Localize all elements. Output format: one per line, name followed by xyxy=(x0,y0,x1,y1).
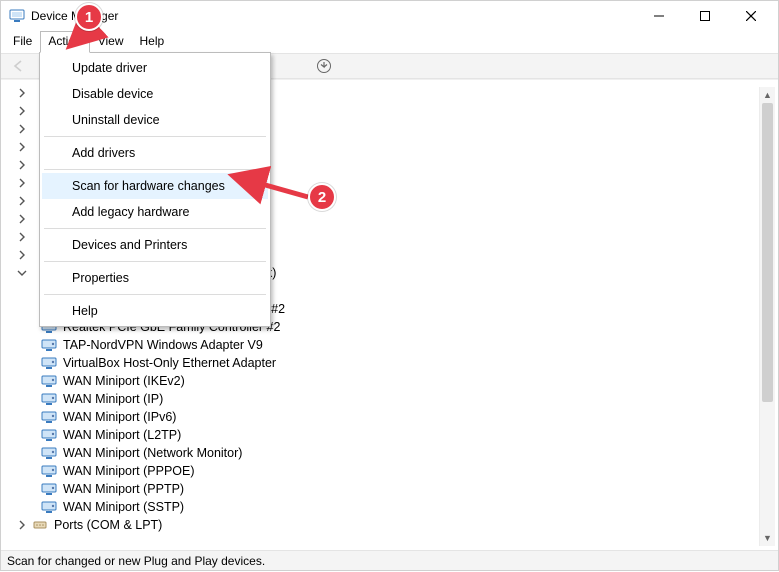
tree-item[interactable]: WAN Miniport (PPTP) xyxy=(5,480,774,498)
chevron-right-icon[interactable] xyxy=(15,140,29,154)
chevron-right-icon[interactable] xyxy=(15,104,29,118)
tree-category-label: Ports (COM & LPT) xyxy=(52,516,164,534)
tree-item[interactable]: WAN Miniport (SSTP) xyxy=(5,498,774,516)
network-adapter-icon xyxy=(41,409,57,425)
tree-item[interactable]: VirtualBox Host-Only Ethernet Adapter xyxy=(5,354,774,372)
tree-item-label: TAP-NordVPN Windows Adapter V9 xyxy=(61,336,265,354)
chevron-right-icon[interactable] xyxy=(15,194,29,208)
network-adapter-icon xyxy=(41,427,57,443)
app-icon xyxy=(9,8,25,24)
menu-separator xyxy=(44,261,266,262)
vertical-scrollbar[interactable]: ▲ ▼ xyxy=(759,87,775,546)
scan-hardware-icon[interactable] xyxy=(312,55,336,77)
menu-add-drivers[interactable]: Add drivers xyxy=(42,140,268,166)
back-button[interactable] xyxy=(7,55,31,77)
network-adapter-icon xyxy=(41,499,57,515)
tree-item-label: WAN Miniport (SSTP) xyxy=(61,498,186,516)
chevron-right-icon[interactable] xyxy=(15,518,29,532)
ports-icon xyxy=(32,517,48,533)
network-adapter-icon xyxy=(41,373,57,389)
scroll-thumb[interactable] xyxy=(762,103,773,402)
menu-update-driver[interactable]: Update driver xyxy=(42,55,268,81)
menu-scan-hardware[interactable]: Scan for hardware changes xyxy=(42,173,268,199)
status-text: Scan for changed or new Plug and Play de… xyxy=(7,554,265,568)
tree-item-label: WAN Miniport (PPPOE) xyxy=(61,462,197,480)
tree-item[interactable]: WAN Miniport (IP) xyxy=(5,390,774,408)
network-adapter-icon xyxy=(41,463,57,479)
chevron-right-icon[interactable] xyxy=(15,212,29,226)
menu-add-legacy[interactable]: Add legacy hardware xyxy=(42,199,268,225)
tree-item-label: WAN Miniport (L2TP) xyxy=(61,426,183,444)
tree-item-label: WAN Miniport (IP) xyxy=(61,390,165,408)
close-button[interactable] xyxy=(728,1,774,31)
menu-help[interactable]: Help xyxy=(42,298,268,324)
window-controls xyxy=(636,1,774,31)
menu-separator xyxy=(44,294,266,295)
network-adapter-icon xyxy=(41,445,57,461)
chevron-right-icon[interactable] xyxy=(15,248,29,262)
menu-devices-printers[interactable]: Devices and Printers xyxy=(42,232,268,258)
menu-disable-device[interactable]: Disable device xyxy=(42,81,268,107)
annotation-step-2: 2 xyxy=(308,183,336,211)
network-adapter-icon xyxy=(41,481,57,497)
menu-separator xyxy=(44,169,266,170)
tree-item[interactable]: WAN Miniport (PPPOE) xyxy=(5,462,774,480)
statusbar: Scan for changed or new Plug and Play de… xyxy=(1,550,778,570)
menu-help[interactable]: Help xyxy=(132,31,173,53)
menu-separator xyxy=(44,228,266,229)
menubar: File Action View Help xyxy=(1,31,778,53)
tree-item[interactable]: WAN Miniport (L2TP) xyxy=(5,426,774,444)
tree-item[interactable]: WAN Miniport (IKEv2) xyxy=(5,372,774,390)
scroll-down-icon[interactable]: ▼ xyxy=(760,530,775,546)
tree-item-label: WAN Miniport (PPTP) xyxy=(61,480,186,498)
chevron-right-icon[interactable] xyxy=(15,158,29,172)
action-menu: Update driver Disable device Uninstall d… xyxy=(39,52,271,327)
menu-action[interactable]: Action xyxy=(40,31,89,53)
maximize-button[interactable] xyxy=(682,1,728,31)
network-adapter-icon xyxy=(41,337,57,353)
titlebar: Device Manager xyxy=(1,1,778,31)
chevron-down-icon[interactable] xyxy=(15,266,29,280)
chevron-right-icon[interactable] xyxy=(15,86,29,100)
chevron-right-icon[interactable] xyxy=(15,230,29,244)
menu-properties[interactable]: Properties xyxy=(42,265,268,291)
minimize-button[interactable] xyxy=(636,1,682,31)
scroll-up-icon[interactable]: ▲ xyxy=(760,87,775,103)
tree-item-label: VirtualBox Host-Only Ethernet Adapter xyxy=(61,354,278,372)
tree-item-label: WAN Miniport (IPv6) xyxy=(61,408,178,426)
scroll-track[interactable] xyxy=(760,103,775,530)
tree-item-label: WAN Miniport (IKEv2) xyxy=(61,372,187,390)
annotation-step-1: 1 xyxy=(75,3,103,31)
menu-file[interactable]: File xyxy=(5,31,40,53)
chevron-right-icon[interactable] xyxy=(15,176,29,190)
tree-item-label: WAN Miniport (Network Monitor) xyxy=(61,444,244,462)
tree-item[interactable]: WAN Miniport (IPv6) xyxy=(5,408,774,426)
menu-view[interactable]: View xyxy=(90,31,132,53)
chevron-right-icon[interactable] xyxy=(15,122,29,136)
menu-uninstall-device[interactable]: Uninstall device xyxy=(42,107,268,133)
tree-item[interactable]: TAP-NordVPN Windows Adapter V9 xyxy=(5,336,774,354)
network-adapter-icon xyxy=(41,391,57,407)
network-adapter-icon xyxy=(41,355,57,371)
tree-item[interactable]: WAN Miniport (Network Monitor) xyxy=(5,444,774,462)
tree-category-ports[interactable]: Ports (COM & LPT) xyxy=(5,516,774,534)
menu-separator xyxy=(44,136,266,137)
